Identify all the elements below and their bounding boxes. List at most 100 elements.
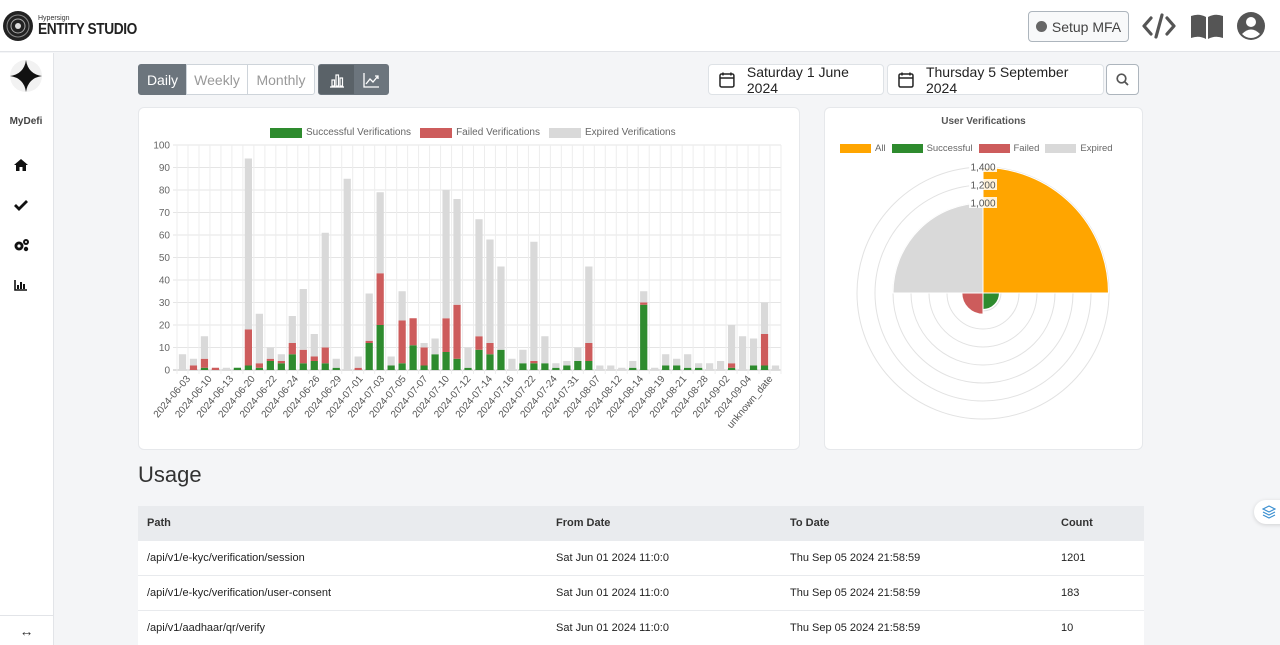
- polar-tick-label: 1,200: [970, 181, 995, 192]
- period-daily-button[interactable]: Daily: [138, 64, 187, 95]
- y-tick-label: 0: [164, 366, 170, 377]
- bar-expired: [563, 361, 571, 366]
- bar-expired: [431, 338, 439, 355]
- bar-failed: [398, 320, 406, 364]
- sidebar-item-analytics[interactable]: [11, 275, 31, 295]
- y-tick-label: 30: [159, 298, 171, 309]
- bar-expired: [596, 365, 604, 370]
- legend-expired[interactable]: Expired Verifications: [549, 127, 676, 138]
- bar-expired: [749, 338, 758, 366]
- bar-expired: [760, 302, 769, 334]
- legend-swatch: [840, 144, 871, 153]
- bar-failed: [244, 329, 253, 366]
- y-tick-label: 10: [159, 343, 171, 354]
- brand[interactable]: Hypersign ENTITY STUDIO: [2, 10, 153, 42]
- bar-failed: [486, 343, 494, 355]
- search-button[interactable]: [1106, 64, 1139, 95]
- sidebar-collapse-button[interactable]: ↔: [0, 615, 53, 645]
- column-header-from-date[interactable]: From Date: [556, 506, 610, 541]
- table-row[interactable]: /api/v1/e-kyc/verification/session Sat J…: [138, 541, 1144, 576]
- legend-all[interactable]: All: [840, 143, 886, 154]
- bar-failed: [453, 304, 461, 359]
- legend-label: Expired Verifications: [585, 127, 676, 138]
- bar-successful: [266, 361, 274, 370]
- sidebar-item-verifications[interactable]: [11, 195, 31, 215]
- column-header-to-date[interactable]: To Date: [790, 506, 830, 541]
- cell-from-date: Sat Jun 01 2024 11:0:0: [556, 622, 669, 634]
- user-icon[interactable]: [1234, 10, 1268, 42]
- bar-successful: [200, 367, 209, 370]
- bar-expired: [420, 343, 428, 348]
- legend-failed[interactable]: Failed Verifications: [420, 127, 540, 138]
- book-icon[interactable]: [1190, 10, 1224, 42]
- layers-icon: [1262, 505, 1276, 519]
- table-row[interactable]: /api/v1/e-kyc/verification/user-consent …: [138, 576, 1144, 611]
- period-weekly-button[interactable]: Weekly: [186, 64, 248, 95]
- bar-successful: [673, 365, 681, 370]
- legend-expired[interactable]: Expired: [1045, 143, 1113, 154]
- code-icon[interactable]: [1142, 10, 1176, 42]
- bar-successful: [475, 349, 483, 370]
- legend-successful[interactable]: Successful Verifications: [270, 127, 411, 138]
- legend-swatch: [891, 144, 923, 153]
- cell-path: /api/v1/e-kyc/verification/user-consent: [147, 587, 332, 599]
- period-monthly-button[interactable]: Monthly: [247, 64, 315, 95]
- bar-successful: [310, 361, 318, 370]
- bar-expired: [541, 336, 549, 364]
- bar-expired: [453, 199, 461, 305]
- y-tick-label: 90: [159, 163, 171, 174]
- bar-expired: [771, 365, 780, 370]
- bar-expired: [574, 347, 582, 361]
- bar-expired: [716, 361, 725, 370]
- legend-label: Successful: [926, 143, 973, 154]
- bar-chart-icon: [14, 280, 27, 291]
- bar-failed: [475, 336, 483, 350]
- line-chart-icon: [363, 72, 379, 88]
- setup-mfa-button[interactable]: Setup MFA: [1028, 11, 1129, 42]
- start-date-picker[interactable]: Saturday 1 June 2024: [708, 64, 884, 96]
- bar-chart-toggle-button[interactable]: [318, 64, 355, 95]
- bar-successful: [695, 367, 703, 370]
- bar-failed: [288, 343, 296, 355]
- bar-expired: [662, 354, 670, 366]
- column-header-count[interactable]: Count: [1061, 506, 1093, 541]
- bar-successful: [365, 343, 373, 370]
- bar-successful: [464, 367, 472, 370]
- bar-expired: [398, 291, 406, 321]
- column-header-path[interactable]: Path: [147, 506, 171, 541]
- bar-failed: [376, 273, 384, 325]
- bar-expired: [607, 365, 615, 370]
- cell-from-date: Sat Jun 01 2024 11:0:0: [556, 587, 669, 599]
- legend-successful[interactable]: Successful: [891, 143, 973, 154]
- polar-area-chart: 1,000 1,200 1,400: [856, 161, 1110, 420]
- bar-failed: [277, 361, 285, 364]
- usage-heading: Usage: [138, 462, 202, 487]
- home-icon: [14, 159, 28, 171]
- bar-expired: [354, 356, 362, 368]
- cell-from-date: Sat Jun 01 2024 11:0:0: [556, 552, 669, 564]
- floating-widget-tab[interactable]: [1254, 500, 1280, 524]
- legend-failed[interactable]: Failed: [978, 143, 1039, 154]
- bar-expired: [299, 289, 307, 350]
- y-tick-label: 80: [159, 186, 171, 197]
- bar-failed: [585, 343, 593, 361]
- bar-failed: [420, 347, 428, 366]
- usage-table: Path From Date To Date Count /api/v1/e-k…: [138, 506, 1144, 645]
- sidebar-item-settings[interactable]: [11, 235, 31, 255]
- cell-count: 183: [1061, 587, 1080, 599]
- org-logo-icon[interactable]: [9, 59, 43, 93]
- bar-expired: [673, 358, 681, 366]
- table-row[interactable]: /api/v1/aadhaar/qr/verify Sat Jun 01 202…: [138, 611, 1144, 645]
- bar-failed: [266, 358, 274, 361]
- bar-successful: [233, 367, 242, 370]
- top-header: Hypersign ENTITY STUDIO Setup MFA: [0, 0, 1280, 52]
- bar-expired: [552, 363, 560, 368]
- polar-chart-title: User Verifications: [941, 116, 1026, 127]
- bar-failed: [640, 302, 648, 305]
- end-date-picker[interactable]: Thursday 5 September 2024: [887, 64, 1104, 96]
- bar-chart-legend: Successful Verifications Failed Verifica…: [270, 127, 685, 138]
- bar-failed: [365, 340, 373, 343]
- line-chart-toggle-button[interactable]: [354, 64, 389, 95]
- sidebar-item-home[interactable]: [11, 155, 31, 175]
- stacked-bar-chart: 01020304050607080901002024-06-032024-06-…: [152, 141, 782, 431]
